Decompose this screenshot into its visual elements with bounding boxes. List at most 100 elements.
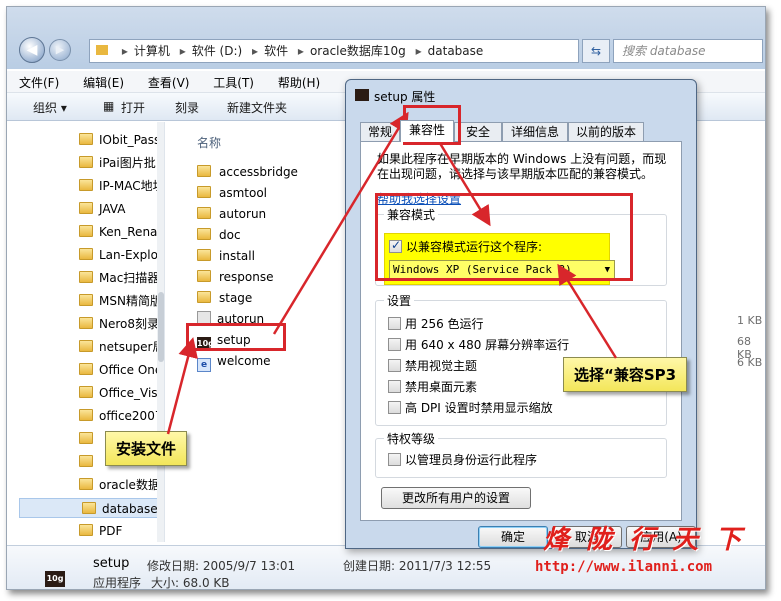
checkbox-icon[interactable] — [388, 338, 401, 351]
file-size: 1 KB — [737, 314, 763, 327]
setting-disable-themes[interactable]: 禁用视觉主题 — [388, 359, 477, 373]
tab-strip: 常规 兼容性 安全 详细信息 以前的版本 — [360, 120, 682, 142]
setting-disable-desktop[interactable]: 禁用桌面元素 — [388, 380, 477, 394]
checkbox-icon[interactable] — [388, 401, 401, 414]
folder-icon — [79, 271, 93, 283]
explorer-titlebar: ◀ ▶ ▸ 计算机 ▸ 软件 (D:) ▸ 软件 ▸ oracle数据库10g ▸ dat… — [7, 7, 765, 69]
back-arrow-icon[interactable]: ◀ — [19, 37, 45, 63]
nav-item[interactable]: IP-MAC地址 — [79, 176, 164, 196]
menu-tools[interactable]: 工具(T) — [201, 71, 262, 91]
list-item[interactable]: asmtool — [197, 183, 267, 203]
tab-general[interactable]: 常规 — [360, 122, 400, 142]
file-name: doc — [219, 228, 241, 242]
nav-item-label: Ken_Renar — [99, 225, 163, 239]
column-header-name[interactable]: 名称 — [197, 134, 221, 151]
burn-button[interactable]: 刻录 — [175, 99, 199, 116]
nav-item[interactable]: Lan-Explo — [79, 245, 158, 265]
folder-icon — [197, 249, 211, 261]
nav-item[interactable]: office2007 — [79, 406, 162, 426]
nav-item[interactable]: PDF — [79, 521, 122, 541]
list-item[interactable]: e welcome — [197, 351, 271, 372]
nav-item-label: PDF — [99, 524, 123, 538]
nav-item[interactable]: oracle数据 — [79, 475, 160, 495]
file-name: stage — [219, 291, 253, 305]
nav-item[interactable]: Office One — [79, 360, 162, 380]
list-item[interactable]: install — [197, 246, 255, 266]
folder-icon — [79, 317, 93, 329]
nav-scrollbar[interactable] — [157, 122, 164, 542]
breadcrumb-oracle[interactable]: oracle数据库10g — [310, 44, 406, 58]
nav-item[interactable]: IObit_Pass — [79, 130, 160, 150]
checkbox-icon[interactable] — [388, 453, 401, 466]
nav-item[interactable] — [79, 429, 99, 449]
checkbox-icon[interactable] — [388, 359, 401, 372]
checkbox-icon[interactable] — [388, 380, 401, 393]
breadcrumb-software[interactable]: 软件 — [264, 44, 288, 58]
nav-item[interactable]: Nero8刻录 — [79, 314, 159, 334]
folder-icon — [79, 363, 93, 375]
menu-edit[interactable]: 编辑(E) — [71, 71, 132, 91]
nav-item[interactable]: netsuper局 — [79, 337, 164, 357]
properties-dialog: setup 属性 常规 兼容性 安全 详细信息 以前的版本 如果此程序在早期版本… — [345, 79, 697, 549]
details-type: 应用程序 — [93, 576, 142, 590]
tab-details[interactable]: 详细信息 — [502, 122, 568, 142]
file-name: accessbridge — [219, 165, 298, 179]
folder-icon — [79, 455, 93, 467]
checkbox-icon[interactable] — [388, 317, 401, 330]
list-item[interactable]: autorun — [197, 204, 266, 224]
scrollbar-thumb[interactable] — [158, 292, 164, 362]
list-item[interactable]: response — [197, 267, 274, 287]
organize-button[interactable]: 组织 ▾ — [33, 99, 67, 116]
list-item[interactable]: accessbridge — [197, 162, 298, 182]
setting-256-colors[interactable]: 用 256 色运行 — [388, 317, 484, 331]
html-file-icon: e — [197, 358, 211, 372]
navigation-pane: IObit_Pass iPai图片批 IP-MAC地址 JAVA Ken_Ren… — [7, 122, 165, 542]
folder-icon — [197, 186, 211, 198]
menu-help[interactable]: 帮助(H) — [266, 71, 328, 91]
tab-security[interactable]: 安全 — [454, 122, 502, 142]
folder-icon — [197, 270, 211, 282]
file-name: install — [219, 249, 255, 263]
setting-disable-dpi-scaling[interactable]: 高 DPI 设置时禁用显示缩放 — [388, 401, 553, 415]
forward-arrow-icon[interactable]: ▶ — [49, 39, 71, 61]
search-input[interactable]: 搜索 database — [613, 39, 763, 63]
run-as-admin-checkbox[interactable]: 以管理员身份运行此程序 — [388, 453, 537, 467]
folder-icon — [82, 502, 96, 514]
tab-previous-versions[interactable]: 以前的版本 — [568, 122, 644, 142]
details-size: 大小: 68.0 KB — [151, 576, 230, 590]
new-folder-button[interactable]: 新建文件夹 — [227, 99, 287, 116]
tab-compatibility[interactable]: 兼容性 — [400, 120, 454, 142]
nav-item[interactable]: MSN精简版 — [79, 291, 162, 311]
setup-app-icon — [355, 89, 369, 101]
file-name: response — [219, 270, 274, 284]
list-item[interactable]: stage — [197, 288, 252, 308]
breadcrumb-drive[interactable]: 软件 (D:) — [192, 44, 242, 58]
ok-button[interactable]: 确定 — [478, 526, 548, 548]
folder-icon — [96, 45, 108, 55]
folder-icon — [79, 340, 93, 352]
setting-640x480[interactable]: 用 640 x 480 屏幕分辨率运行 — [388, 338, 569, 352]
nav-item[interactable]: Mac扫描器 — [79, 268, 159, 288]
group-title: 设置 — [384, 292, 415, 309]
intro-text: 如果此程序在早期版本的 Windows 上没有问题，而现在出现问题，请选择与该早… — [377, 152, 667, 181]
list-item[interactable]: doc — [197, 225, 241, 245]
breadcrumb-computer[interactable]: 计算机 — [134, 44, 170, 58]
open-button[interactable]: 打开 — [121, 99, 145, 116]
nav-item-selected[interactable]: database — [19, 498, 164, 518]
change-all-users-button[interactable]: 更改所有用户的设置 — [381, 487, 531, 509]
nav-item[interactable]: JAVA — [79, 199, 125, 219]
nav-item[interactable]: Office_Visi — [79, 383, 161, 403]
address-bar[interactable]: ▸ 计算机 ▸ 软件 (D:) ▸ 软件 ▸ oracle数据库10g ▸ databas… — [89, 39, 579, 63]
nav-item[interactable]: iPai图片批 — [79, 153, 156, 173]
nav-item[interactable]: Ken_Renar — [79, 222, 162, 242]
folder-icon — [197, 165, 211, 177]
privilege-group: 特权等级 以管理员身份运行此程序 — [375, 430, 667, 478]
menu-view[interactable]: 查看(V) — [136, 71, 198, 91]
refresh-icon[interactable]: ⇆ — [582, 39, 610, 63]
breadcrumb-database[interactable]: database — [428, 44, 484, 58]
menu-file[interactable]: 文件(F) — [7, 71, 67, 91]
open-icon[interactable]: ▦ — [103, 99, 114, 113]
nav-item[interactable] — [79, 452, 99, 472]
nav-item-label: Lan-Explo — [99, 248, 158, 262]
watermark-url: http://www.ilanni.com — [535, 559, 713, 575]
